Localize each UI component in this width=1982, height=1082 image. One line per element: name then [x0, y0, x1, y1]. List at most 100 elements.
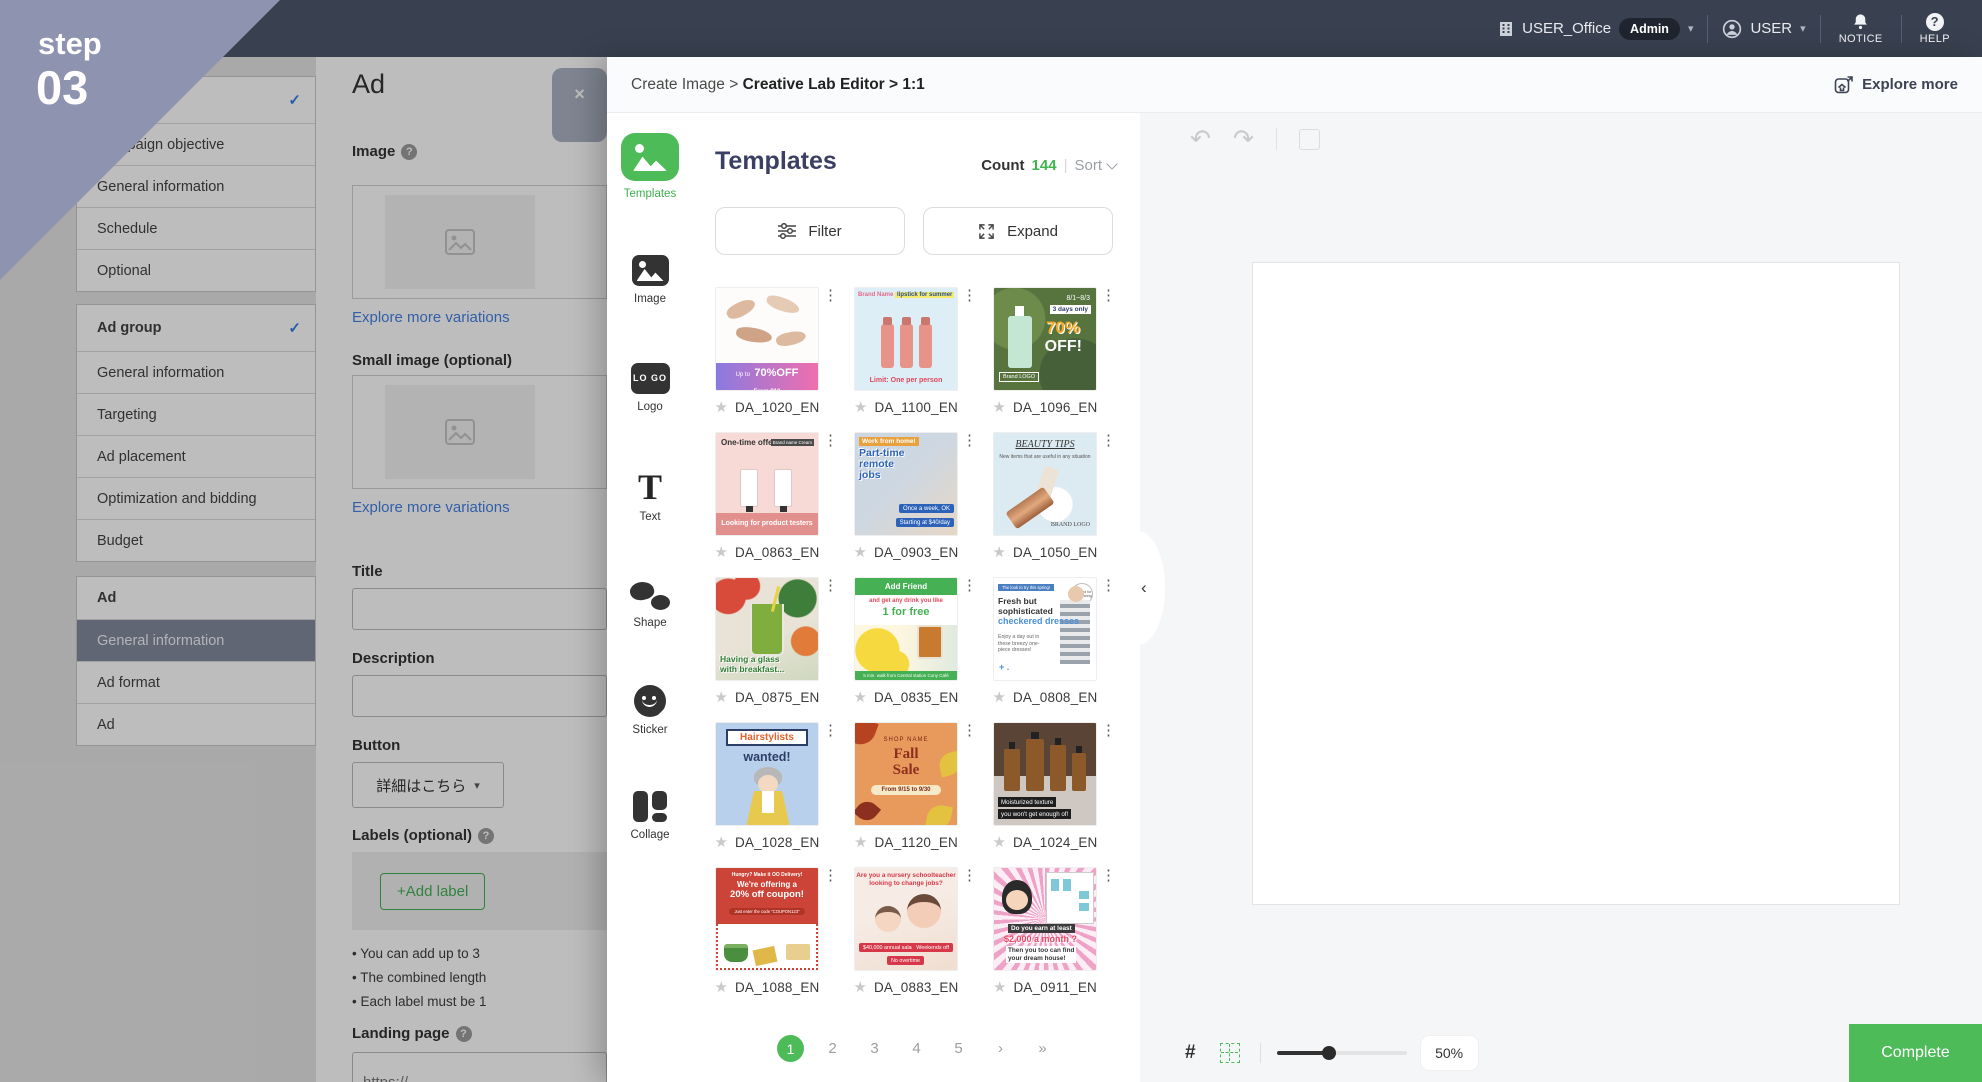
notice-button[interactable]: NOTICE	[1821, 12, 1901, 45]
template-grid: Up to 70%OFF From $10 ⋮ ★ DA_1020_EN Bra…	[715, 287, 1097, 1012]
guide-grid-icon[interactable]	[1220, 1043, 1240, 1063]
star-icon[interactable]: ★	[993, 978, 1006, 996]
artboard-canvas[interactable]	[1252, 262, 1900, 905]
redo-icon[interactable]: ↷	[1233, 127, 1254, 151]
template-thumbnail-da-0875[interactable]: Having a glass with breakfast...	[715, 577, 819, 681]
page-5[interactable]: 5	[945, 1040, 972, 1057]
star-icon[interactable]: ★	[853, 688, 866, 706]
logo-icon: LO GO	[631, 363, 670, 394]
zoom-slider[interactable]	[1277, 1051, 1407, 1055]
kebab-menu-icon[interactable]: ⋮	[823, 869, 838, 883]
canvas-toolbar: ↶ ↷	[1190, 127, 1320, 151]
kebab-menu-icon[interactable]: ⋮	[962, 289, 977, 303]
page-2[interactable]: 2	[819, 1040, 846, 1057]
kebab-menu-icon[interactable]: ⋮	[823, 579, 838, 593]
template-thumbnail-da-1120[interactable]: SHOP NAME Fall Sale From 9/15 to 9/30	[854, 722, 958, 826]
admin-badge: Admin	[1619, 18, 1680, 40]
star-icon[interactable]: ★	[992, 833, 1005, 851]
complete-button[interactable]: Complete	[1849, 1024, 1982, 1082]
star-icon[interactable]: ★	[853, 978, 866, 996]
template-thumbnail-da-1020[interactable]: Up to 70%OFF From $10	[715, 287, 819, 391]
template-name: DA_1050_EN	[1013, 545, 1098, 560]
template-thumbnail-da-0863[interactable]: One-time offer Brand name Cream Looking …	[715, 432, 819, 536]
kebab-menu-icon[interactable]: ⋮	[823, 289, 838, 303]
template-thumbnail-da-1096[interactable]: 8/1~8/3 3 days only 70% OFF! Brand LOGO	[993, 287, 1097, 391]
kebab-menu-icon[interactable]: ⋮	[1101, 579, 1116, 593]
page-3[interactable]: 3	[861, 1040, 888, 1057]
kebab-menu-icon[interactable]: ⋮	[962, 724, 977, 738]
star-icon[interactable]: ★	[714, 398, 727, 416]
user-menu[interactable]: USER ▾	[1708, 19, 1819, 39]
star-icon[interactable]: ★	[854, 398, 867, 416]
help-button[interactable]: ? HELP	[1902, 13, 1968, 45]
count-label: Count	[981, 157, 1024, 174]
user-name: USER	[1750, 20, 1792, 37]
top-admin-bar: USER_Office Admin ▾ USER ▾ NOTICE ? HELP	[0, 0, 1982, 57]
star-icon[interactable]: ★	[714, 978, 727, 996]
screen: ✓ Campaign objective General information…	[0, 0, 1982, 1082]
star-icon[interactable]: ★	[853, 543, 866, 561]
template-thumbnail-da-0903[interactable]: Work from home! Part-time remote jobs On…	[854, 432, 958, 536]
star-icon[interactable]: ★	[714, 688, 727, 706]
template-thumbnail-da-0883[interactable]: Are you a nursery schoolteacher looking …	[854, 867, 958, 971]
undo-icon[interactable]: ↶	[1190, 127, 1211, 151]
kebab-menu-icon[interactable]: ⋮	[823, 724, 838, 738]
template-thumbnail-da-0808[interactable]: The look to try this spring! No need for…	[993, 577, 1097, 681]
template-card: Moisturized texture you won't get enough…	[993, 722, 1097, 867]
template-thumbnail-da-0911[interactable]: Do you earn at least $2,000 a month ? Th…	[993, 867, 1097, 971]
template-thumbnail-da-1088[interactable]: Hungry? Make it OO Delivery! We're offer…	[715, 867, 819, 971]
kebab-menu-icon[interactable]: ⋮	[962, 579, 977, 593]
rail-item-shape[interactable]: Shape	[607, 578, 693, 629]
star-icon[interactable]: ★	[992, 688, 1005, 706]
office-switcher[interactable]: USER_Office Admin ▾	[1484, 18, 1707, 40]
kebab-menu-icon[interactable]: ⋮	[823, 434, 838, 448]
template-thumbnail-da-1028[interactable]: Hairstylists wanted!	[715, 722, 819, 826]
expand-button[interactable]: Expand	[923, 207, 1113, 255]
rail-item-image[interactable]: Image	[607, 255, 693, 305]
frame-grid-icon[interactable]: #	[1185, 1042, 1196, 1064]
sort-dropdown[interactable]: Sort	[1074, 157, 1116, 174]
bell-icon	[1851, 12, 1870, 31]
kebab-menu-icon[interactable]: ⋮	[962, 434, 977, 448]
kebab-menu-icon[interactable]: ⋮	[962, 869, 977, 883]
template-card: SHOP NAME Fall Sale From 9/15 to 9/30 ⋮ …	[854, 722, 958, 867]
last-page-icon[interactable]: »	[1029, 1040, 1056, 1057]
template-thumbnail-da-1100[interactable]: Brand Name lipstick for summer Limit: On…	[854, 287, 958, 391]
kebab-menu-icon[interactable]: ⋮	[1101, 289, 1116, 303]
select-rectangle-icon[interactable]	[1299, 129, 1320, 150]
star-icon[interactable]: ★	[854, 833, 867, 851]
rail-item-collage[interactable]: Collage	[607, 791, 693, 841]
page-4[interactable]: 4	[903, 1040, 930, 1057]
template-name: DA_0863_EN	[735, 545, 820, 560]
rail-item-templates[interactable]: Templates	[607, 133, 693, 200]
pagination: 1 2 3 4 5 › »	[693, 1035, 1140, 1062]
kebab-menu-icon[interactable]: ⋮	[1101, 724, 1116, 738]
divider	[1260, 1043, 1261, 1063]
template-name: DA_1100_EN	[874, 400, 958, 415]
expand-icon	[978, 223, 995, 240]
template-card: Work from home! Part-time remote jobs On…	[854, 432, 958, 577]
zoom-value[interactable]: 50%	[1421, 1036, 1478, 1070]
next-page-icon[interactable]: ›	[987, 1040, 1014, 1057]
modal-dim-overlay	[0, 57, 660, 1082]
star-icon[interactable]: ★	[992, 543, 1005, 561]
star-icon[interactable]: ★	[714, 543, 727, 561]
star-icon[interactable]: ★	[714, 833, 727, 851]
explore-more-button[interactable]: Explore more	[1834, 75, 1958, 95]
rail-item-text[interactable]: T Text	[607, 470, 693, 523]
template-thumbnail-da-0835[interactable]: Add Friend and get any drink you like 1 …	[854, 577, 958, 681]
rail-item-logo[interactable]: LO GO Logo	[607, 363, 693, 413]
template-name: DA_0883_EN	[874, 980, 959, 995]
template-card: BEAUTY TIPS New items that are useful in…	[993, 432, 1097, 577]
template-name: DA_1096_EN	[1013, 400, 1098, 415]
kebab-menu-icon[interactable]: ⋮	[1101, 434, 1116, 448]
page-1-active[interactable]: 1	[777, 1035, 804, 1062]
star-icon[interactable]: ★	[992, 398, 1005, 416]
kebab-menu-icon[interactable]: ⋮	[1101, 869, 1116, 883]
step-label: step	[38, 26, 102, 62]
template-thumbnail-da-1050[interactable]: BEAUTY TIPS New items that are useful in…	[993, 432, 1097, 536]
filter-button[interactable]: Filter	[715, 207, 905, 255]
rail-item-sticker[interactable]: Sticker	[607, 685, 693, 736]
zoom-slider-thumb[interactable]	[1322, 1046, 1336, 1060]
template-thumbnail-da-1024[interactable]: Moisturized texture you won't get enough…	[993, 722, 1097, 826]
